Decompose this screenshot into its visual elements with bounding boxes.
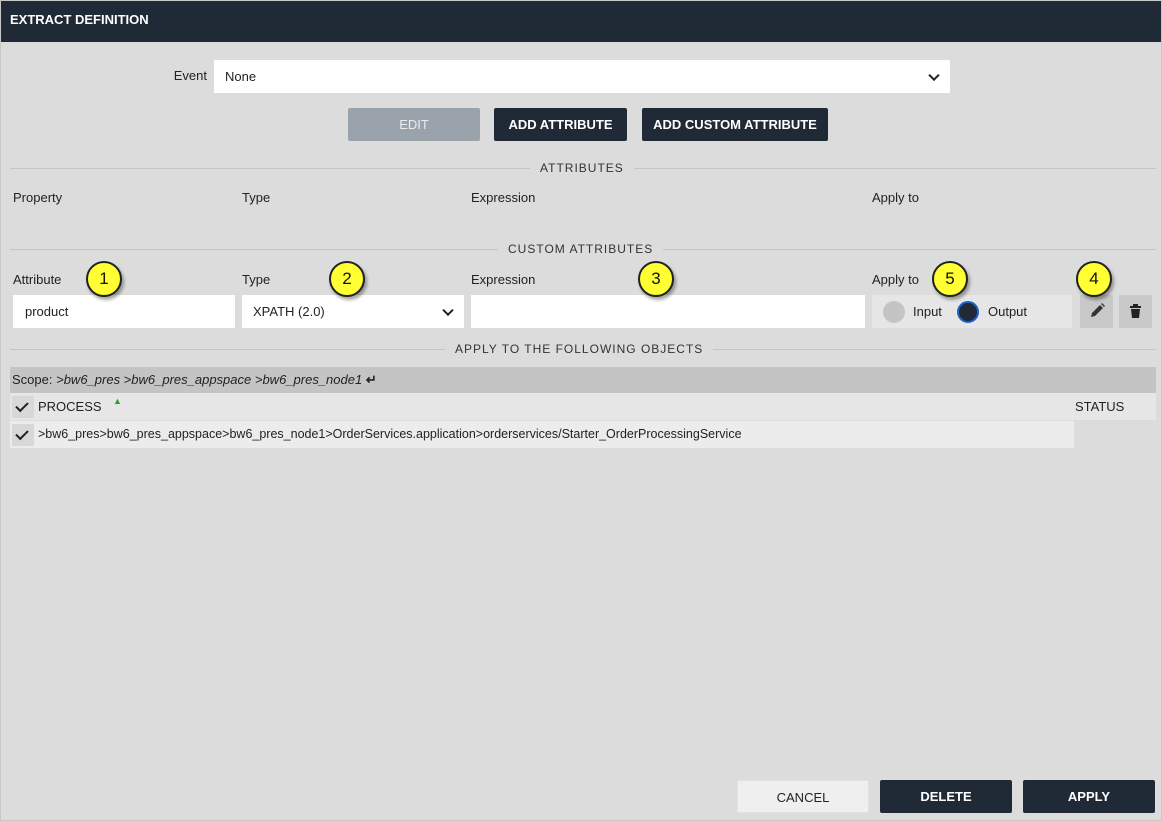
pencil-icon [1091,303,1105,317]
type-select-value: XPATH (2.0) [253,304,325,319]
custom-col-type: Type [242,272,271,287]
status-cell [1074,421,1156,448]
apply-button[interactable]: APPLY [1023,780,1155,813]
marker-4: 4 [1076,261,1112,297]
check-icon [15,426,29,441]
attributes-col-apply-to: Apply to [872,190,919,205]
output-radio-label: Output [988,304,1028,319]
scope-bar: Scope: >bw6_pres >bw6_pres_appspace >bw6… [10,367,1156,393]
event-select[interactable]: None [214,60,950,93]
enter-icon[interactable]: ↵ [366,372,377,387]
trash-icon [1130,304,1141,318]
row-checkbox[interactable] [12,424,34,446]
attributes-col-property: Property [13,190,63,205]
attributes-section-title: ATTRIBUTES [530,161,634,175]
delete-attribute-button[interactable] [1119,295,1152,328]
sort-up-icon: ▲ [113,396,122,406]
status-column-header[interactable]: STATUS [1075,393,1124,420]
table-header: PROCESS ▲ STATUS [10,393,1156,420]
edit-attribute-button[interactable] [1080,295,1113,328]
cancel-button[interactable]: CANCEL [737,780,869,813]
custom-attributes-section-title: CUSTOM ATTRIBUTES [498,242,664,256]
add-attribute-button[interactable]: ADD ATTRIBUTE [494,108,627,141]
objects-section-title: APPLY TO THE FOLLOWING OBJECTS [445,342,714,356]
delete-button[interactable]: DELETE [880,780,1012,813]
marker-2: 2 [329,261,365,297]
apply-to-radio-group: Input Output [872,295,1072,328]
type-select[interactable]: XPATH (2.0) [242,295,464,328]
attributes-col-type: Type [242,190,271,205]
edit-button[interactable]: EDIT [348,108,480,141]
marker-3: 3 [638,261,674,297]
input-radio-label: Input [913,304,942,319]
attribute-name-input[interactable]: product [13,295,235,328]
event-label: Event [173,68,207,83]
chevron-down-icon [442,304,454,316]
custom-col-apply-to: Apply to [872,272,919,287]
chevron-down-icon [928,69,940,81]
process-column-header[interactable]: PROCESS [38,393,102,420]
marker-1: 1 [86,261,122,297]
event-select-value: None [225,69,257,84]
select-all-checkbox[interactable] [12,396,34,418]
add-custom-attribute-button[interactable]: ADD CUSTOM ATTRIBUTE [642,108,828,141]
custom-col-expression: Expression [471,272,536,287]
attributes-col-expression: Expression [471,190,536,205]
marker-5: 5 [932,261,968,297]
dialog-title: EXTRACT DEFINITION [1,1,1161,42]
input-radio[interactable] [883,301,905,323]
output-radio[interactable] [957,301,979,323]
expression-input[interactable] [471,295,865,328]
scope-prefix: Scope: [12,372,53,387]
extract-definition-dialog: EXTRACT DEFINITION Event None EDIT ADD A… [0,0,1162,821]
table-row[interactable]: >bw6_pres>bw6_pres_appspace>bw6_pres_nod… [10,421,1156,448]
process-path: >bw6_pres>bw6_pres_appspace>bw6_pres_nod… [38,427,742,441]
check-icon [15,398,29,413]
scope-path[interactable]: >bw6_pres >bw6_pres_appspace >bw6_pres_n… [56,372,362,387]
custom-col-attribute: Attribute [13,272,62,287]
